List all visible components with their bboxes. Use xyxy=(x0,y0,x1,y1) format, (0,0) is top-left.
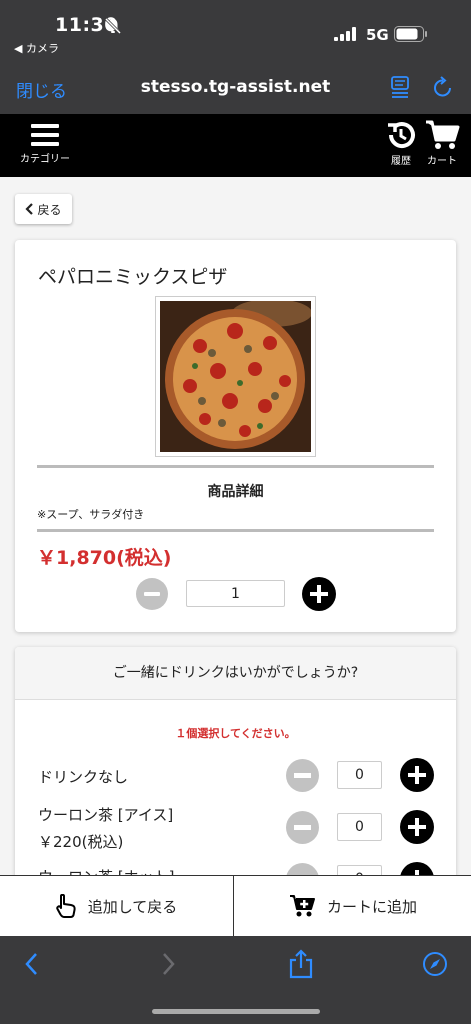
network-type: 5G xyxy=(366,26,389,44)
drink-option-label: ドリンクなし xyxy=(38,768,129,786)
quantity-input[interactable] xyxy=(186,580,285,607)
product-detail-title: 商品詳細 xyxy=(207,484,264,500)
drink-increase-button[interactable] xyxy=(400,862,434,875)
drink-option-row: ウーロン茶 [ホット] xyxy=(15,862,456,875)
browser-back-icon[interactable] xyxy=(22,952,42,976)
drink-option-label: ウーロン茶 [ホット] xyxy=(38,865,174,875)
browser-forward-icon[interactable] xyxy=(158,952,178,976)
cart-icon xyxy=(426,120,460,149)
drink-option-label: ウーロン茶 [アイス] xyxy=(38,806,174,824)
drink-decrease-button[interactable] xyxy=(286,759,319,792)
home-indicator xyxy=(152,1009,320,1014)
increase-quantity-button[interactable] xyxy=(302,577,336,611)
product-image xyxy=(155,296,316,457)
bell-off-icon xyxy=(104,17,122,35)
product-detail-note: ※スープ、サラダ付き xyxy=(37,508,145,521)
drink-options-card: ご一緒にドリンクはいかがでしょうか? １個選択してください。 ドリンクなし ウー… xyxy=(15,647,456,875)
drink-option-price: ￥220(税込) xyxy=(38,833,124,851)
history-icon xyxy=(388,122,415,149)
drink-decrease-button[interactable] xyxy=(286,811,319,844)
divider xyxy=(37,465,434,468)
cart-button[interactable]: カート xyxy=(422,119,462,173)
return-to-camera-link[interactable]: ◀ カメラ xyxy=(14,40,59,56)
back-button-label: 戻る xyxy=(37,202,62,217)
drink-quantity-input[interactable] xyxy=(337,761,382,789)
product-price: ￥1,870(税込) xyxy=(37,547,172,569)
drink-option-row: ウーロン茶 [アイス] ￥220(税込) xyxy=(15,803,456,857)
share-icon[interactable] xyxy=(288,949,314,979)
compass-icon[interactable] xyxy=(422,951,448,977)
reader-view-icon[interactable] xyxy=(390,75,412,99)
signal-icon xyxy=(334,27,356,41)
cart-label: カート xyxy=(427,156,457,167)
divider xyxy=(37,529,434,532)
drink-quantity-input[interactable] xyxy=(337,865,382,875)
add-and-back-button[interactable]: 追加して戻る xyxy=(0,876,234,936)
chevron-left-icon xyxy=(25,203,34,215)
selection-notice: １個選択してください。 xyxy=(175,727,296,740)
pizza-image xyxy=(160,299,312,452)
add-to-cart-button[interactable]: カートに追加 xyxy=(235,876,471,936)
drink-increase-button[interactable] xyxy=(400,758,434,792)
browser-bar: 閉じる stesso.tg-assist.net xyxy=(0,60,471,114)
history-button[interactable]: 履歴 xyxy=(384,119,418,173)
app-header: カテゴリー 履歴 カート xyxy=(0,114,471,177)
browser-toolbar xyxy=(0,936,471,1024)
product-card: ペパロニミックスピザ 商品詳細 ※スープ、サラダ付き ￥1,870(税込) 1 xyxy=(15,240,456,632)
category-label: カテゴリー xyxy=(20,154,70,165)
history-label: 履歴 xyxy=(391,156,411,167)
cart-plus-icon xyxy=(289,895,315,917)
back-button[interactable]: 戻る xyxy=(15,194,72,224)
battery-icon xyxy=(394,26,427,42)
reload-icon[interactable] xyxy=(431,75,455,99)
close-button[interactable]: 閉じる xyxy=(16,77,67,102)
status-bar: 11:30 ◀ カメラ 5G xyxy=(0,0,471,60)
drink-decrease-button[interactable] xyxy=(286,863,319,875)
pointing-hand-icon xyxy=(56,894,76,918)
main-content: 戻る ペパロニミックスピザ 商品詳細 ※スープ、サラダ付き ￥1,870(税込)… xyxy=(0,177,471,875)
action-bar: 追加して戻る カートに追加 xyxy=(0,875,471,936)
drink-quantity-input[interactable] xyxy=(337,813,382,841)
decrease-quantity-button[interactable] xyxy=(136,578,168,610)
drink-increase-button[interactable] xyxy=(400,810,434,844)
hamburger-menu-icon xyxy=(31,124,59,146)
add-to-cart-label: カートに追加 xyxy=(326,897,417,916)
product-name: ペパロニミックスピザ xyxy=(38,266,228,288)
add-and-back-label: 追加して戻る xyxy=(87,897,178,916)
category-menu-button[interactable]: カテゴリー xyxy=(10,120,80,172)
drink-options-heading: ご一緒にドリンクはいかがでしょうか? xyxy=(15,647,456,700)
